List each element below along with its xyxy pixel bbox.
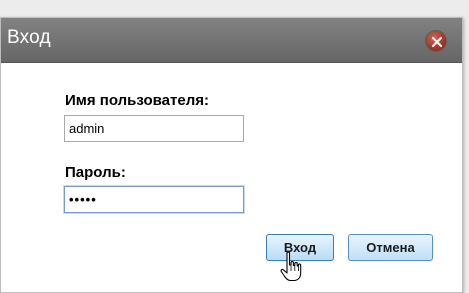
password-field[interactable]: •••••	[64, 186, 244, 213]
cancel-button[interactable]: Отмена	[348, 234, 433, 261]
close-button[interactable]	[425, 30, 447, 52]
username-field[interactable]: admin	[64, 115, 244, 142]
close-icon	[431, 36, 443, 48]
login-dialog: Вход Имя пользователя: admin Пароль: •••…	[0, 17, 463, 293]
dialog-titlebar: Вход	[1, 18, 462, 63]
username-label: Имя пользователя:	[65, 92, 209, 109]
password-label: Пароль:	[65, 164, 126, 181]
dialog-title: Вход	[7, 27, 51, 48]
hand-pointer-icon	[280, 251, 302, 282]
